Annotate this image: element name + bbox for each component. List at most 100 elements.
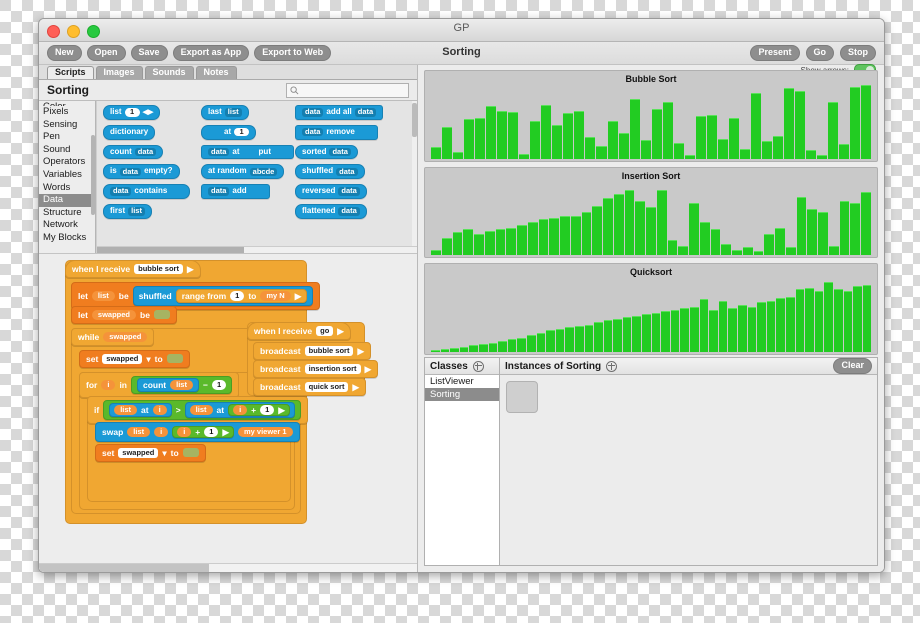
go-hat-arrow-icon[interactable]: ▶ [337,326,344,336]
block-slot[interactable]: data [110,187,132,196]
block-slot[interactable]: data [208,187,230,196]
palette-block[interactable]: at 1 [201,124,257,140]
palette-block[interactable]: reversed data [295,184,367,199]
scripts-canvas[interactable]: when I receive bubble sort ▶ let list be… [39,253,417,572]
my-n-variable[interactable]: my N [260,291,291,301]
block-slot[interactable]: data [134,147,157,157]
if-list-1[interactable]: list [114,405,138,415]
stop-button[interactable]: Stop [840,45,876,61]
category-scrollbar[interactable] [91,135,95,215]
broadcast-arrow-icon-3[interactable]: ▶ [352,382,359,392]
palette-block[interactable]: sorted data [295,144,358,160]
broadcast-insertion-sort[interactable]: broadcast insertion sort ▶ [253,360,379,378]
classes-list[interactable]: ListViewer Sorting [425,375,499,565]
while-condition-swapped[interactable]: swapped [103,332,148,342]
category-sound[interactable]: Sound [39,144,95,157]
broadcast-arrow-icon-1[interactable]: ▶ [357,346,364,356]
add-instance-icon[interactable] [606,360,618,372]
block-slot[interactable]: list [128,206,145,216]
for-loop-block[interactable]: for i in count list − 1 [79,372,240,398]
block-slot[interactable]: data [302,127,324,137]
block-slot[interactable]: data [119,167,142,176]
if-list-2[interactable]: list [189,405,213,415]
swap-index-2[interactable]: i [177,427,192,437]
count-reporter[interactable]: count list [137,378,199,392]
minus-operator[interactable]: count list − 1 [131,376,233,394]
present-button[interactable]: Present [750,45,800,61]
greater-than-operator[interactable]: list at i > list at i + 1 ▶ [103,400,301,420]
while-block[interactable]: while swapped [71,328,155,346]
block-slot[interactable]: data [338,187,360,196]
block-slot[interactable]: data [302,108,324,117]
list-at-i-plus-1-reporter[interactable]: list at i + 1 ▶ [184,402,295,418]
palette-block[interactable]: data at put [201,144,294,160]
boolean-true-slot-2[interactable] [182,448,199,458]
boolean-false-slot[interactable] [166,354,183,364]
class-item-sorting[interactable]: Sorting [425,388,499,401]
class-item-listviewer[interactable]: ListViewer [425,375,499,388]
palette-block[interactable]: list 1 ◀▶ [103,105,161,120]
set-swapped-to-false[interactable]: set swapped ▾ to [79,350,190,368]
hat-when-i-receive-go[interactable]: when I receive go ▶ [247,322,351,340]
palette-block[interactable]: count data [103,144,164,160]
category-structure[interactable]: Structure [39,207,95,220]
instance-thumbnail[interactable] [506,381,538,413]
tab-sounds[interactable]: Sounds [144,66,194,79]
set-arrow-icon-2[interactable]: ▾ [162,448,166,458]
scripts-horizontal-scrollbar[interactable] [39,563,417,572]
set-variable-dropdown[interactable]: swapped [102,354,143,364]
broadcast-message-3[interactable]: quick sort [304,382,349,392]
go-button[interactable]: Go [805,45,834,61]
swap-list-arg[interactable]: list [127,427,151,437]
palette-block[interactable]: is data empty? [103,164,180,180]
swap-block[interactable]: swap list i i + 1 ▶ my viewer 1 [95,422,300,442]
add-class-icon[interactable] [472,360,484,372]
swap-viewer-arg[interactable]: my viewer 1 [237,427,293,437]
for-variable-i[interactable]: i [101,380,116,390]
category-my-blocks[interactable]: My Blocks [39,232,95,245]
tab-notes[interactable]: Notes [195,66,237,79]
minus-operand[interactable]: 1 [211,380,227,390]
broadcast-message-2[interactable]: insertion sort [304,364,361,374]
if-index-1[interactable]: i [152,405,167,415]
if-index-2[interactable]: i [233,405,248,415]
count-list-arg[interactable]: list [170,380,193,390]
variable-swapped[interactable]: swapped [91,310,137,320]
set-arrow-icon[interactable]: ▾ [146,354,150,364]
go-hat-message-dropdown[interactable]: go [316,326,334,336]
broadcast-arrow-icon-2[interactable]: ▶ [365,364,372,374]
block-number-slot[interactable]: 1 [234,127,250,137]
tab-scripts[interactable]: Scripts [47,66,94,79]
instances-list[interactable] [500,375,877,565]
if-block[interactable]: if list at i > list at i + 1 ▶ [87,396,308,424]
plus-operand-2[interactable]: 1 [204,427,219,437]
clear-button[interactable]: Clear [833,358,872,374]
palette-block[interactable]: last list [201,105,249,120]
range-from-value[interactable]: 1 [230,291,245,301]
palette-block[interactable]: data add all data [295,105,384,120]
set-swapped-to-true[interactable]: set swapped ▾ to [95,444,206,462]
palette-block[interactable]: dictionary [103,124,156,140]
tab-images[interactable]: Images [95,66,143,79]
palette-vertical-scrollbar[interactable] [412,101,417,253]
plus-operator-2[interactable]: i + 1 ▶ [172,426,234,438]
boolean-true-slot[interactable] [153,310,170,320]
category-network[interactable]: Network [39,219,95,232]
plus-operator-1[interactable]: i + 1 ▶ [228,404,290,416]
plus-arrow-icon-1[interactable]: ▶ [278,405,285,415]
let-swapped-be[interactable]: let swapped be [71,306,177,324]
category-pixels[interactable]: Pixels [39,106,95,119]
block-slot[interactable]: data [336,167,358,176]
palette-block[interactable]: data remove [295,124,378,140]
block-slot[interactable]: list [224,108,242,117]
category-operators[interactable]: Operators [39,156,95,169]
block-arrows-icon[interactable]: ◀▶ [143,109,154,117]
category-words[interactable]: Words [39,182,95,195]
block-search-field[interactable] [286,82,409,98]
palette-block[interactable]: flattened data [295,203,367,219]
category-data[interactable]: Data [39,194,95,207]
category-variables[interactable]: Variables [39,169,95,182]
palette-block[interactable]: first list [103,203,152,219]
block-slot[interactable]: data [208,147,230,157]
hat-when-i-receive-bubble-sort[interactable]: when I receive bubble sort ▶ [65,260,201,278]
